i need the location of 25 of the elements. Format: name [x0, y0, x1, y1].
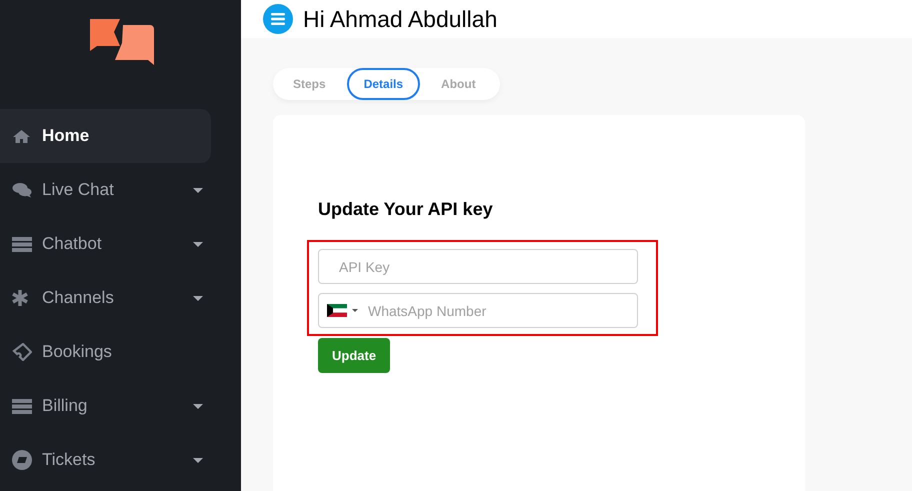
menu-icon: [271, 13, 285, 25]
tab[interactable]: Details: [346, 68, 420, 100]
sidebar-item[interactable]: Home: [0, 109, 211, 163]
ticket-icon: [12, 343, 32, 361]
greeting-title: Hi Ahmad Abdullah: [303, 6, 498, 32]
phone-field[interactable]: WhatsApp Number: [318, 293, 638, 328]
flag-icon: [327, 304, 347, 317]
sidebar-item[interactable]: Chatbot: [0, 217, 211, 271]
home-icon: [12, 128, 31, 144]
api-key-field[interactable]: API Key: [318, 249, 638, 284]
sidebar-item[interactable]: Live Chat: [0, 163, 211, 217]
server-icon: [12, 398, 32, 414]
menu-button[interactable]: [263, 4, 293, 34]
form-title: Update Your API key: [318, 199, 494, 220]
update-button[interactable]: Update: [318, 338, 390, 373]
server-icon: [12, 236, 32, 252]
sidebar-item[interactable]: Channels: [0, 271, 211, 325]
sidebar-item[interactable]: Tickets: [0, 433, 211, 487]
sidebar-item[interactable]: Bookings: [0, 325, 211, 379]
asterisk-icon: [12, 290, 28, 306]
logo-icon: [88, 19, 154, 65]
chat-icon: [12, 182, 32, 198]
sidebar-item[interactable]: Billing: [0, 379, 211, 433]
country-picker[interactable]: [327, 304, 358, 317]
disc-icon: [12, 450, 32, 470]
